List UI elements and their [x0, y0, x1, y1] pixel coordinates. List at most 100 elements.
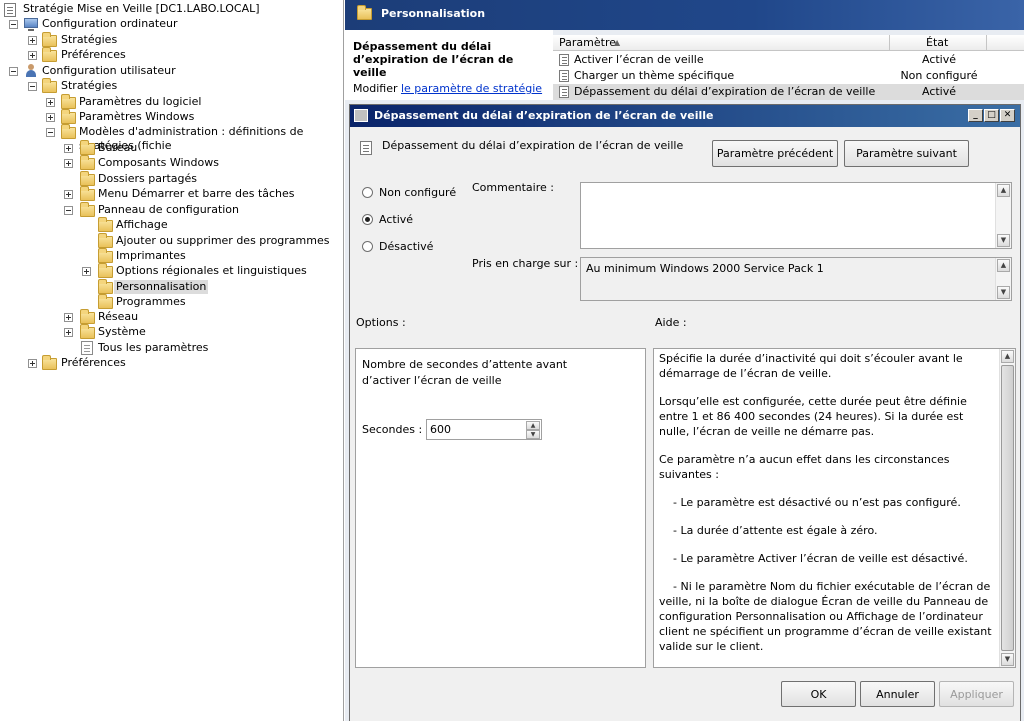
- setting-state: Activé: [921, 85, 957, 98]
- spin-up-icon[interactable]: ▲: [526, 421, 540, 430]
- radio-enabled[interactable]: Activé: [362, 211, 413, 227]
- scroll-down-icon[interactable]: ▼: [997, 234, 1010, 247]
- tree-item-printers[interactable]: Imprimantes: [114, 249, 188, 263]
- cancel-button[interactable]: Annuler: [860, 681, 935, 707]
- tree-item-control-panel[interactable]: Panneau de configuration: [96, 203, 241, 217]
- tree-item-personalization[interactable]: Personnalisation: [114, 280, 209, 294]
- tree-item-software-settings[interactable]: Paramètres du logiciel: [77, 95, 203, 109]
- tree-item-network[interactable]: Réseau: [96, 310, 140, 324]
- column-divider[interactable]: [889, 35, 890, 51]
- radio-button[interactable]: [362, 213, 373, 225]
- folder-icon: [98, 263, 113, 278]
- expand-icon[interactable]: [46, 98, 55, 107]
- close-button[interactable]: ✕: [1000, 109, 1015, 122]
- policy-setting-icon: [559, 86, 569, 98]
- options-label: Options :: [356, 316, 406, 329]
- expand-icon[interactable]: [64, 190, 73, 199]
- previous-setting-button[interactable]: Paramètre précédent: [712, 140, 838, 167]
- collapse-icon[interactable]: [64, 206, 73, 215]
- column-divider[interactable]: [986, 35, 987, 51]
- tree-item-programs[interactable]: Programmes: [114, 295, 188, 309]
- scroll-down-icon[interactable]: ▼: [1001, 653, 1014, 666]
- list-item[interactable]: Charger un thème spécifique Non configur…: [553, 68, 1024, 84]
- dialog-titlebar[interactable]: Dépassement du délai d’expiration de l’é…: [350, 105, 1020, 127]
- app-icon: [354, 109, 368, 122]
- setting-name: Activer l’écran de veille: [574, 53, 704, 66]
- tree-item-display[interactable]: Affichage: [114, 218, 170, 232]
- tree-item-start-menu[interactable]: Menu Démarrer et barre des tâches: [96, 187, 297, 201]
- tree-item-system[interactable]: Système: [96, 325, 148, 339]
- tree-item-windows-components[interactable]: Composants Windows: [96, 156, 221, 170]
- radio-not-configured[interactable]: Non configuré: [362, 184, 456, 200]
- folder-icon: [80, 155, 95, 170]
- edit-policy-link[interactable]: le paramètre de stratégie: [401, 82, 542, 95]
- folder-icon: [98, 279, 113, 294]
- expand-icon[interactable]: [64, 328, 73, 337]
- tree-item-computer-preferences[interactable]: Préférences: [59, 48, 128, 62]
- tree-item-user-config[interactable]: Configuration utilisateur: [40, 64, 178, 78]
- tree-item-add-remove-programs[interactable]: Ajouter ou supprimer des programmes: [114, 234, 331, 248]
- help-scrollbar[interactable]: ▲ ▼: [999, 349, 1015, 667]
- tree-item-all-settings[interactable]: Tous les paramètres: [96, 341, 210, 355]
- tree-item-shared-folders[interactable]: Dossiers partagés: [96, 172, 199, 186]
- supported-on-scrollbar[interactable]: ▲ ▼: [995, 258, 1011, 300]
- expand-icon[interactable]: [64, 144, 73, 153]
- help-paragraph: - Le paramètre Activer l’écran de veille…: [659, 552, 968, 565]
- edit-prefix: Modifier: [353, 82, 398, 95]
- column-header-setting[interactable]: Paramètre: [559, 36, 616, 49]
- tree-item-windows-settings[interactable]: Paramètres Windows: [77, 110, 196, 124]
- tree-item-computer-policies[interactable]: Stratégies: [59, 33, 119, 47]
- scroll-down-icon[interactable]: ▼: [997, 286, 1010, 299]
- tree-item-regional-options[interactable]: Options régionales et linguistiques: [114, 264, 309, 278]
- seconds-spinbox[interactable]: 600 ▲ ▼: [426, 419, 542, 440]
- list-header: Paramètre ▲ État: [553, 35, 1024, 51]
- expand-icon[interactable]: [64, 313, 73, 322]
- collapse-icon[interactable]: [28, 82, 37, 91]
- help-paragraph: Spécifie la durée d’inactivité qui doit …: [659, 352, 963, 380]
- expand-icon[interactable]: [28, 359, 37, 368]
- apply-button[interactable]: Appliquer: [939, 681, 1014, 707]
- tree-item-user-policies[interactable]: Stratégies: [59, 79, 119, 93]
- folder-icon: [98, 294, 113, 309]
- help-paragraph: - Ni le paramètre Nom du fichier exécuta…: [659, 580, 996, 653]
- tree-root-label[interactable]: Stratégie Mise en Veille [DC1.LABO.LOCAL…: [21, 2, 262, 16]
- collapse-icon[interactable]: [9, 20, 18, 29]
- help-paragraph: - Le paramètre est désactivé ou n’est pa…: [659, 496, 961, 509]
- seconds-value[interactable]: 600: [430, 423, 451, 436]
- minimize-button[interactable]: _: [968, 109, 983, 122]
- radio-button[interactable]: [362, 240, 373, 252]
- column-header-state[interactable]: État: [926, 36, 948, 49]
- expand-icon[interactable]: [64, 159, 73, 168]
- supported-on-field: Au minimum Windows 2000 Service Pack 1 ▲…: [580, 257, 1012, 301]
- scroll-thumb[interactable]: [1001, 365, 1014, 651]
- option-description: Nombre de secondes d’attente avant d’act…: [362, 358, 568, 387]
- radio-button[interactable]: [362, 186, 373, 198]
- folder-icon: [61, 94, 76, 109]
- expand-icon[interactable]: [28, 36, 37, 45]
- expand-icon[interactable]: [82, 267, 91, 276]
- maximize-button[interactable]: □: [984, 109, 999, 122]
- next-setting-button[interactable]: Paramètre suivant: [844, 140, 969, 167]
- collapse-icon[interactable]: [9, 67, 18, 76]
- comment-field[interactable]: ▲ ▼: [580, 182, 1012, 249]
- list-item[interactable]: Activer l’écran de veille Activé: [553, 52, 1024, 68]
- comment-scrollbar[interactable]: ▲ ▼: [995, 183, 1011, 248]
- expand-icon[interactable]: [46, 113, 55, 122]
- scroll-up-icon[interactable]: ▲: [997, 259, 1010, 272]
- tree-item-computer-config[interactable]: Configuration ordinateur: [40, 17, 179, 31]
- tree-item-user-preferences[interactable]: Préférences: [59, 356, 128, 370]
- ok-button[interactable]: OK: [781, 681, 856, 707]
- help-paragraph: Ce paramètre n’a aucun effet dans les ci…: [659, 453, 950, 481]
- tree-item-desktop[interactable]: Bureau: [96, 141, 139, 155]
- extended-description: Dépassement du délai d’expiration de l’é…: [345, 30, 553, 100]
- folder-icon: [80, 186, 95, 201]
- help-label: Aide :: [655, 316, 687, 329]
- scroll-up-icon[interactable]: ▲: [997, 184, 1010, 197]
- radio-label: Non configuré: [379, 185, 457, 199]
- list-item[interactable]: Dépassement du délai d’expiration de l’é…: [553, 84, 1024, 100]
- expand-icon[interactable]: [28, 51, 37, 60]
- spin-down-icon[interactable]: ▼: [526, 430, 540, 439]
- radio-disabled[interactable]: Désactivé: [362, 238, 433, 254]
- collapse-icon[interactable]: [46, 128, 55, 137]
- scroll-up-icon[interactable]: ▲: [1001, 350, 1014, 363]
